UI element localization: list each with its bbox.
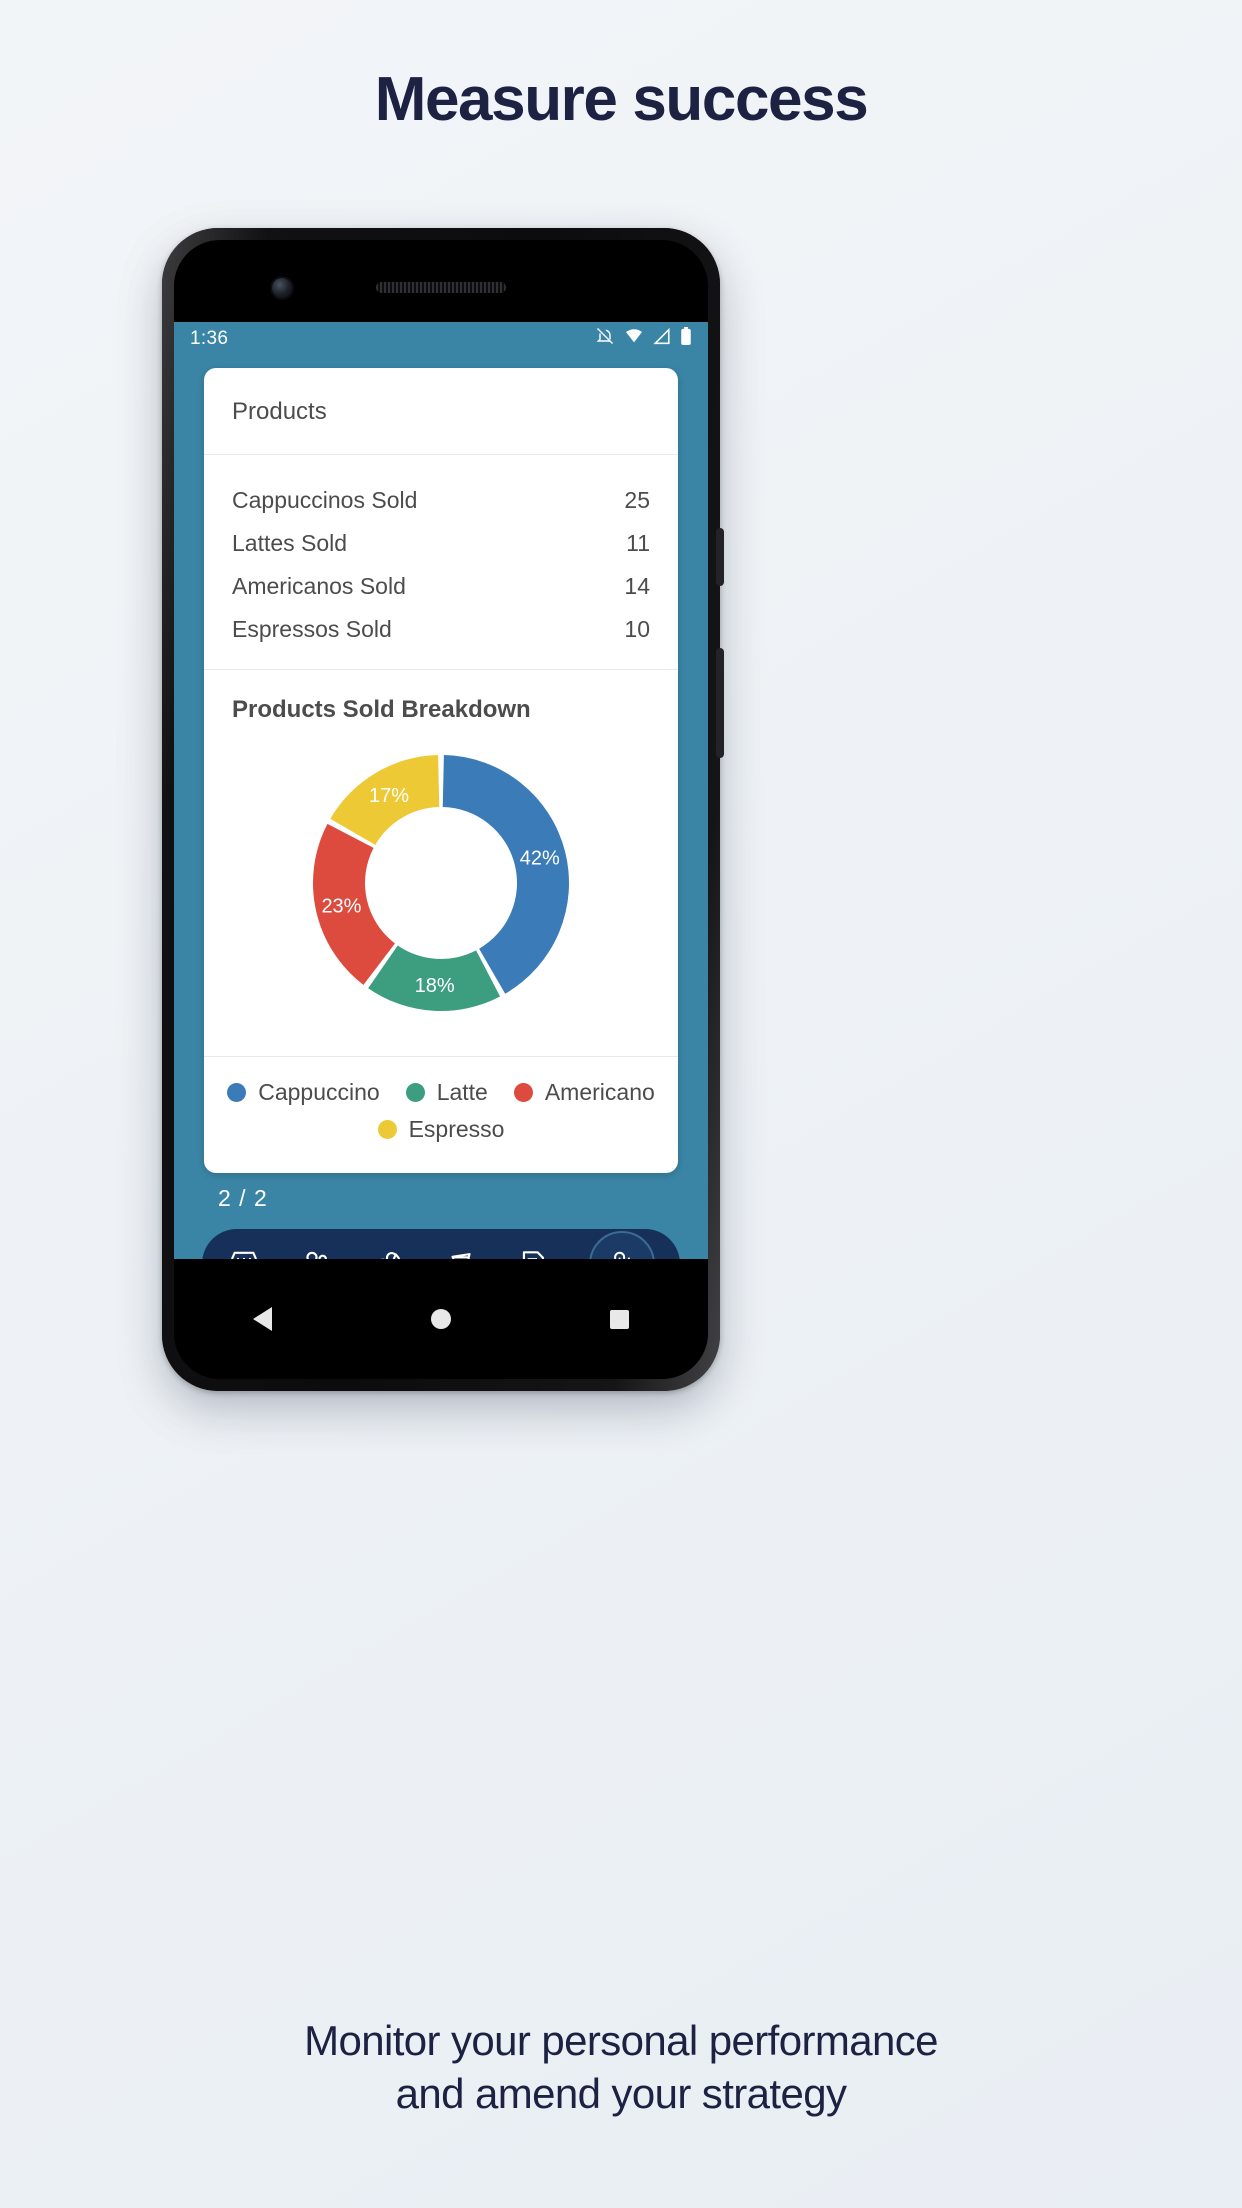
legend-item-latte[interactable]: Latte bbox=[405, 1079, 488, 1106]
subtitle-line-1: Monitor your personal performance bbox=[304, 2017, 938, 2064]
legend-swatch bbox=[405, 1083, 425, 1102]
legend-label: Cappuccino bbox=[258, 1079, 380, 1105]
list-item[interactable]: Cappuccinos Sold 25 bbox=[232, 479, 650, 522]
product-label: Espressos Sold bbox=[232, 616, 392, 642]
product-value: 10 bbox=[624, 616, 650, 642]
paperclip-icon[interactable] bbox=[588, 1231, 655, 1259]
card-title: Products bbox=[204, 368, 678, 455]
products-list: Cappuccinos Sold 25 Lattes Sold 11 Ameri… bbox=[204, 455, 678, 670]
product-label: Americanos Sold bbox=[232, 573, 406, 599]
home-circle-icon[interactable] bbox=[430, 1309, 451, 1329]
power-button[interactable] bbox=[716, 528, 724, 586]
front-camera-icon bbox=[272, 278, 292, 298]
chart-title: Products Sold Breakdown bbox=[232, 696, 531, 723]
wifi-icon bbox=[624, 328, 644, 350]
status-bar: 1:36 bbox=[174, 322, 708, 356]
coffee-beans-icon[interactable] bbox=[372, 1247, 406, 1259]
donut-slice-label: 42% bbox=[520, 848, 560, 870]
volume-button[interactable] bbox=[716, 648, 724, 758]
phone-screen: 1:36 Products Cappuccinos Sold 25 Lattes… bbox=[174, 240, 708, 1379]
notifications-off-icon bbox=[595, 326, 615, 352]
list-item[interactable]: Espressos Sold 10 bbox=[232, 608, 650, 651]
status-icon-group bbox=[595, 326, 692, 352]
page-indicator: 2 / 2 bbox=[218, 1185, 268, 1211]
coffee-cup-icon[interactable] bbox=[444, 1247, 478, 1259]
back-triangle-icon[interactable] bbox=[253, 1307, 273, 1331]
donut-slice-label: 23% bbox=[321, 895, 361, 917]
products-card: Products Cappuccinos Sold 25 Lattes Sold… bbox=[204, 368, 678, 1173]
donut-slice-label: 17% bbox=[369, 785, 409, 807]
notes-icon[interactable] bbox=[516, 1247, 550, 1259]
signal-icon bbox=[653, 327, 671, 351]
donut-slice-label: 18% bbox=[415, 975, 455, 997]
legend-item-americano[interactable]: Americano bbox=[513, 1079, 655, 1106]
recents-square-icon[interactable] bbox=[609, 1309, 629, 1329]
legend-label: Latte bbox=[436, 1079, 488, 1105]
status-time: 1:36 bbox=[190, 328, 229, 349]
list-item[interactable]: Americanos Sold 14 bbox=[232, 565, 650, 608]
product-label: Lattes Sold bbox=[232, 530, 348, 556]
product-label: Cappuccinos Sold bbox=[232, 487, 418, 513]
app-viewport: 1:36 Products Cappuccinos Sold 25 Lattes… bbox=[174, 322, 708, 1259]
bottom-nav bbox=[202, 1229, 680, 1259]
system-nav-bar bbox=[174, 1259, 708, 1379]
legend-label: Espresso bbox=[408, 1116, 505, 1142]
product-value: 11 bbox=[626, 530, 650, 556]
legend-item-espresso[interactable]: Espresso bbox=[377, 1116, 505, 1143]
legend-swatch bbox=[513, 1083, 533, 1102]
product-value: 14 bbox=[624, 573, 650, 599]
chart-legend: Cappuccino Latte Americano Espresso bbox=[204, 1057, 678, 1173]
donut-svg: 42% 18% 23% 17% bbox=[313, 755, 569, 1011]
legend-label: Americano bbox=[544, 1079, 655, 1105]
earpiece-speaker bbox=[376, 282, 506, 293]
store-icon[interactable] bbox=[227, 1247, 261, 1259]
page-title: Measure success bbox=[374, 65, 869, 134]
subtitle-line-2: and amend your strategy bbox=[395, 2069, 847, 2117]
legend-swatch bbox=[227, 1083, 247, 1102]
product-value: 25 bbox=[624, 487, 650, 513]
people-icon[interactable] bbox=[299, 1247, 333, 1259]
legend-swatch bbox=[377, 1120, 397, 1139]
donut-chart: 42% 18% 23% 17% bbox=[204, 730, 678, 1050]
list-item[interactable]: Lattes Sold 11 bbox=[232, 522, 650, 565]
page-subtitle: Monitor your personal performance and am… bbox=[0, 2015, 1242, 2120]
phone-mockup: 1:36 Products Cappuccinos Sold 25 Lattes… bbox=[162, 228, 724, 1391]
legend-item-cappuccino[interactable]: Cappuccino bbox=[227, 1079, 380, 1106]
battery-icon bbox=[680, 326, 692, 352]
